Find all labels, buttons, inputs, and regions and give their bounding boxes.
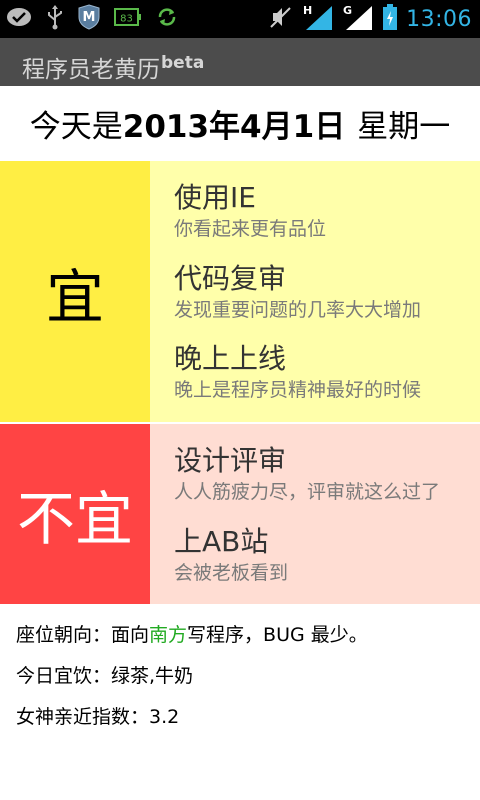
svg-text:G: G: [343, 4, 352, 17]
battery-83-icon: 83: [114, 7, 142, 31]
svg-text:M: M: [83, 10, 96, 25]
bad-item-name: 设计评审: [174, 444, 287, 477]
svg-text:H: H: [303, 4, 312, 17]
app-title: 程序员老黄历beta: [22, 50, 204, 84]
app-title-beta: beta: [161, 53, 205, 73]
signal-h-icon: H: [302, 3, 334, 35]
bad-item-desc: 人人筋疲力尽，评审就这么过了: [174, 481, 441, 503]
system-icons: H G 13:06: [268, 4, 472, 34]
bad-item-name: 上AB站: [174, 525, 269, 558]
clock: 13:06: [406, 6, 472, 32]
good-section: 宜 使用IE 你看起来更有品位 代码复审 发现重要问题的几率大大增加 晚上上线 …: [0, 161, 480, 422]
action-bar: 程序员老黄历beta: [0, 38, 480, 86]
date-value: 2013年4月1日: [122, 109, 346, 145]
date-weekday: 星期一: [357, 109, 451, 145]
date-heading: 今天是 2013年4月1日 星期一: [0, 86, 480, 161]
bad-item: 设计评审 人人筋疲力尽，评审就这么过了: [174, 444, 440, 504]
battery-percent-text: 83: [120, 14, 133, 25]
checkmark-icon: [6, 7, 32, 31]
mute-icon: [268, 4, 294, 34]
date-prefix: 今天是: [29, 109, 123, 145]
good-item-name: 代码复审: [174, 262, 287, 295]
seat-suffix: 写程序，BUG 最少。: [187, 624, 368, 646]
good-item-desc: 晚上是程序员精神最好的时候: [174, 379, 422, 401]
bad-section: 不宜 设计评审 人人筋疲力尽，评审就这么过了 上AB站 会被老板看到: [0, 424, 480, 604]
good-label: 宜: [0, 161, 150, 422]
signal-g-icon: G: [342, 3, 374, 35]
drink-line: 今日宜饮：绿茶,牛奶: [16, 665, 194, 687]
status-bar: M 83 H G 13:06: [0, 0, 480, 38]
good-item: 晚上上线 晚上是程序员精神最好的时候: [174, 342, 421, 402]
notification-icons: M 83: [6, 4, 178, 34]
app-title-text: 程序员老黄历: [22, 57, 160, 83]
battery-charging-icon: [382, 3, 398, 35]
bad-items: 设计评审 人人筋疲力尽，评审就这么过了 上AB站 会被老板看到: [150, 424, 480, 604]
seat-direction-line: 座位朝向：面向南方写程序，BUG 最少。: [16, 620, 368, 647]
seat-prefix: 座位朝向：面向: [16, 624, 150, 646]
good-item-name: 晚上上线: [174, 342, 287, 375]
bad-label: 不宜: [0, 424, 150, 604]
m-shield-icon: M: [78, 4, 100, 34]
sync-icon: [156, 6, 178, 32]
seat-direction: 南方: [149, 624, 188, 646]
bad-item: 上AB站 会被老板看到: [174, 525, 288, 585]
usb-icon: [46, 4, 64, 34]
good-item: 使用IE 你看起来更有品位: [174, 181, 326, 241]
bad-item-desc: 会被老板看到: [174, 562, 289, 584]
good-item-name: 使用IE: [174, 181, 256, 214]
goddess-index-line: 女神亲近指数：3.2: [16, 706, 180, 728]
good-item-desc: 发现重要问题的几率大大增加: [174, 299, 422, 321]
good-item-desc: 你看起来更有品位: [174, 218, 327, 240]
good-item: 代码复审 发现重要问题的几率大大增加: [174, 262, 421, 322]
good-items: 使用IE 你看起来更有品位 代码复审 发现重要问题的几率大大增加 晚上上线 晚上…: [150, 161, 480, 422]
